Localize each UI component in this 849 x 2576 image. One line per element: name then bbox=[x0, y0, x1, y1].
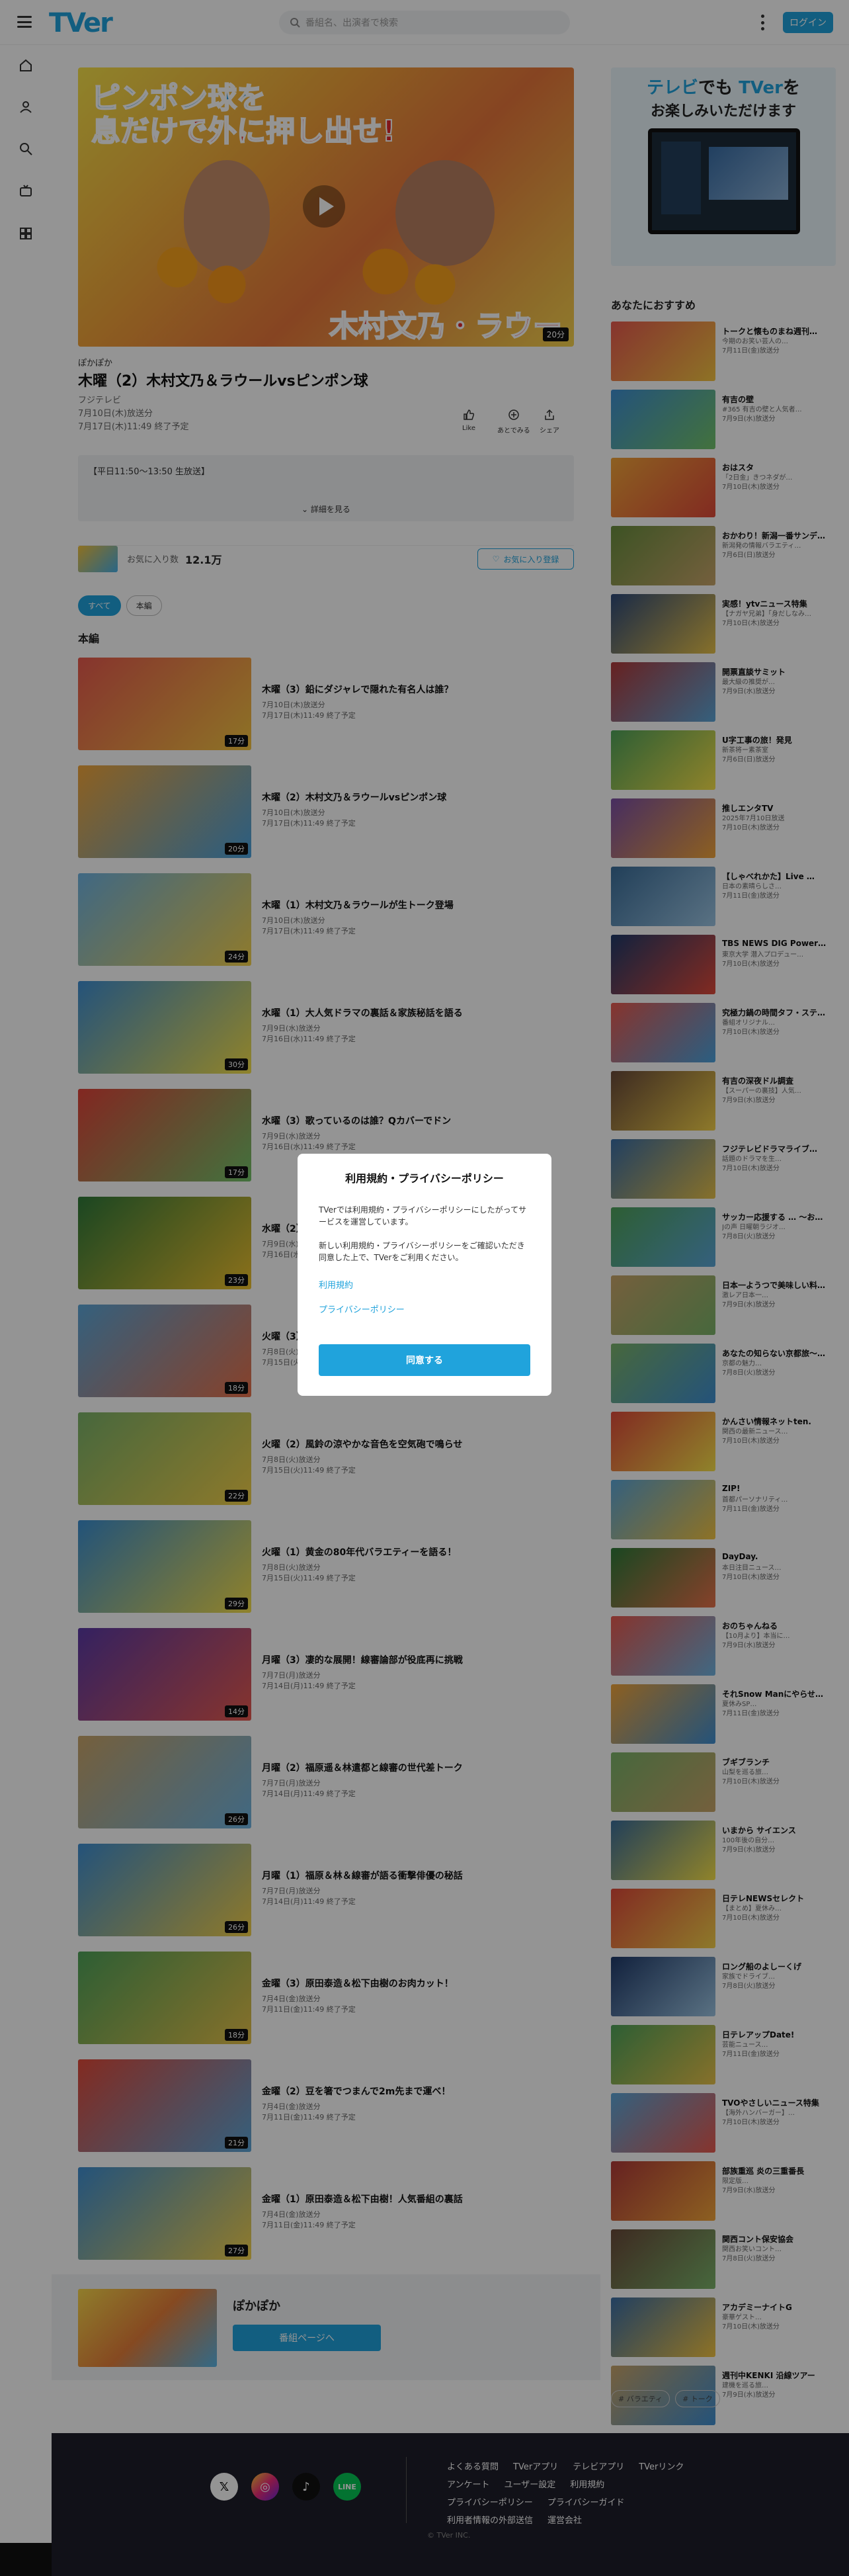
modal-text-2: 新しい利用規約・プライバシーポリシーをご確認いただき同意した上で、TVerをご利… bbox=[319, 1241, 525, 1262]
terms-modal: 利用規約・プライバシーポリシー TVerでは利用規約・プライバシーポリシーにした… bbox=[298, 1154, 551, 1396]
privacy-link[interactable]: プライバシーポリシー bbox=[319, 1303, 530, 1315]
modal-text-1: TVerでは利用規約・プライバシーポリシーにしたがってサービスを運営しています。 bbox=[319, 1205, 527, 1226]
modal-title: 利用規約・プライバシーポリシー bbox=[345, 1172, 504, 1185]
agree-button[interactable]: 同意する bbox=[319, 1344, 530, 1376]
terms-link[interactable]: 利用規約 bbox=[319, 1278, 530, 1291]
